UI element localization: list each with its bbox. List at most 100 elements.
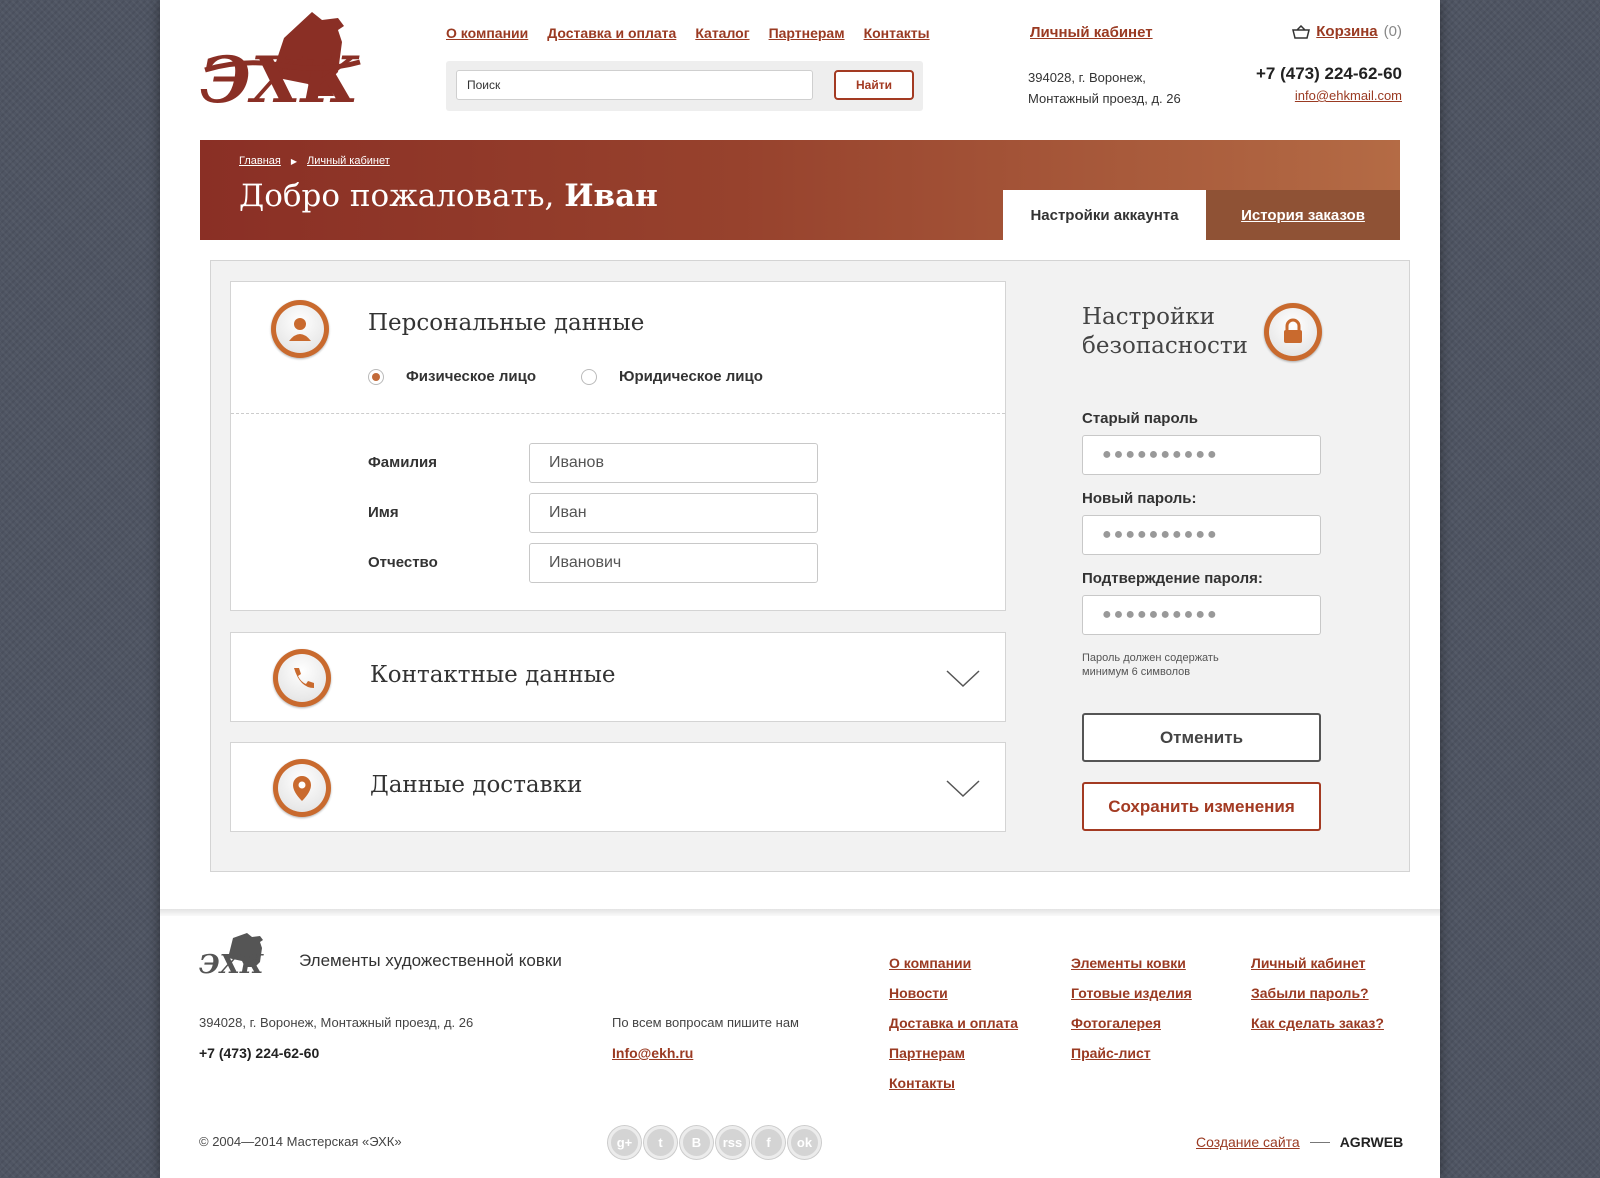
- new-password-field[interactable]: ●●●●●●●●●●: [1082, 515, 1321, 555]
- hint-line: Пароль должен содержать: [1082, 652, 1219, 664]
- footer-link[interactable]: Фотогалерея: [1071, 1015, 1192, 1032]
- site-maker: Создание сайта AGRWEB: [1196, 1134, 1403, 1150]
- copyright: © 2004—2014 Мастерская «ЭХК»: [199, 1134, 402, 1149]
- footer-logo[interactable]: ЭХК: [199, 933, 269, 977]
- lock-icon: [1264, 303, 1322, 361]
- footer-link[interactable]: Прайс-лист: [1071, 1045, 1192, 1062]
- header-phone: +7 (473) 224-62-60: [1255, 64, 1402, 83]
- cancel-button[interactable]: Отменить: [1082, 713, 1321, 762]
- personal-data-title: Персональные данные: [368, 310, 645, 336]
- name-label: Имя: [368, 504, 399, 521]
- crumb-current[interactable]: Личный кабинет: [307, 155, 390, 167]
- footer-address: 394028, г. Воронеж, Монтажный проезд, д.…: [199, 1015, 474, 1030]
- svg-text:ЭХК: ЭХК: [199, 950, 264, 977]
- svg-text:ЭХК: ЭХК: [200, 43, 360, 115]
- footer-link[interactable]: Партнерам: [889, 1045, 1018, 1062]
- footer-question: По всем вопросам пишите нам: [612, 1015, 799, 1030]
- cabinet-link[interactable]: Личный кабинет: [1030, 24, 1153, 41]
- security-title: Настройки безопасности: [1082, 303, 1248, 361]
- maker-link[interactable]: Создание сайта: [1196, 1134, 1300, 1150]
- nav-catalog[interactable]: Каталог: [695, 25, 749, 41]
- person-icon: [271, 300, 329, 358]
- maker-logo[interactable]: AGRWEB: [1340, 1134, 1404, 1150]
- location-pin-icon: [273, 759, 331, 817]
- delivery-title: Данные доставки: [370, 772, 583, 798]
- twitter-icon[interactable]: t: [644, 1126, 677, 1159]
- odnoklassniki-icon[interactable]: ok: [788, 1126, 821, 1159]
- footer-link[interactable]: Контакты: [889, 1075, 1018, 1092]
- patronymic-field[interactable]: [529, 543, 818, 583]
- hint-line: минимум 6 символов: [1082, 666, 1191, 678]
- phone-icon: [273, 649, 331, 707]
- nav-partners[interactable]: Партнерам: [769, 25, 845, 41]
- confirm-password-field[interactable]: ●●●●●●●●●●: [1082, 595, 1321, 635]
- vk-icon[interactable]: B: [680, 1126, 713, 1159]
- tab-account-settings[interactable]: Настройки аккаунта: [1003, 190, 1206, 240]
- cart-link[interactable]: Корзина: [1316, 23, 1377, 40]
- logo[interactable]: ЭХК: [200, 10, 365, 115]
- facebook-icon[interactable]: f: [752, 1126, 785, 1159]
- radio-label: Физическое лицо: [406, 368, 537, 385]
- footer-link[interactable]: Доставка и оплата: [889, 1015, 1018, 1032]
- radio-individual[interactable]: Физическое лицо: [368, 368, 536, 385]
- security-title-line: Настройки: [1082, 304, 1215, 330]
- page: ЭХК О компании Доставка и оплата Каталог…: [160, 0, 1440, 1178]
- footer-link[interactable]: Готовые изделия: [1071, 985, 1192, 1002]
- patronymic-label: Отчество: [368, 554, 438, 571]
- footer-col-1: О компании Новости Доставка и оплата Пар…: [889, 955, 1018, 1092]
- security-title-line: безопасности: [1082, 333, 1248, 359]
- chevron-down-icon[interactable]: [946, 779, 980, 799]
- name-field[interactable]: [529, 493, 818, 533]
- crumb-arrow-icon: ▶: [290, 156, 298, 166]
- nav-delivery[interactable]: Доставка и оплата: [547, 25, 676, 41]
- footer-link[interactable]: Личный кабинет: [1251, 955, 1384, 972]
- divider: [1309, 1141, 1330, 1143]
- welcome-banner: Главная ▶ Личный кабинет Добро пожаловат…: [200, 140, 1400, 240]
- search-box: Найти: [446, 61, 923, 111]
- header-email[interactable]: info@ehkmail.com: [1210, 88, 1402, 103]
- breadcrumb: Главная ▶ Личный кабинет: [239, 155, 390, 167]
- header-address: 394028, г. Воронеж, Монтажный проезд, д.…: [1028, 67, 1181, 109]
- contacts-title: Контактные данные: [370, 662, 616, 688]
- old-password-label: Старый пароль: [1082, 410, 1198, 427]
- footer-phone: +7 (473) 224-62-60: [199, 1045, 320, 1061]
- confirm-password-label: Подтверждение пароля:: [1082, 570, 1263, 587]
- new-password-label: Новый пароль:: [1082, 490, 1197, 507]
- old-password-field[interactable]: ●●●●●●●●●●: [1082, 435, 1321, 475]
- password-hint: Пароль должен содержать минимум 6 символ…: [1082, 651, 1282, 679]
- footer-link[interactable]: Забыли пароль?: [1251, 985, 1384, 1002]
- chevron-down-icon[interactable]: [946, 669, 980, 689]
- address-line: 394028, г. Воронеж,: [1028, 70, 1146, 85]
- surname-label: Фамилия: [368, 454, 437, 471]
- rss-icon[interactable]: rss: [716, 1126, 749, 1159]
- nav-about[interactable]: О компании: [446, 25, 528, 41]
- save-button[interactable]: Сохранить изменения: [1082, 782, 1321, 831]
- social-links: g+ t B rss f ok: [608, 1126, 821, 1159]
- footer-link[interactable]: Элементы ковки: [1071, 955, 1192, 972]
- search-button[interactable]: Найти: [834, 70, 914, 100]
- google-plus-icon[interactable]: g+: [608, 1126, 641, 1159]
- basket-icon: [1292, 24, 1311, 39]
- search-input[interactable]: [456, 70, 813, 100]
- crumb-home[interactable]: Главная: [239, 155, 281, 167]
- surname-field[interactable]: [529, 443, 818, 483]
- settings-panel: Персональные данные Физическое лицо Юрид…: [210, 260, 1410, 872]
- tab-order-history[interactable]: История заказов: [1206, 190, 1400, 240]
- cart[interactable]: Корзина (0): [1282, 23, 1402, 40]
- footer-link[interactable]: Как сделать заказ?: [1251, 1015, 1384, 1032]
- radio-unchecked[interactable]: [581, 368, 597, 385]
- address-line: Монтажный проезд, д. 26: [1028, 91, 1181, 106]
- footer-email[interactable]: Info@ekh.ru: [612, 1045, 693, 1061]
- footer-col-2: Элементы ковки Готовые изделия Фотогалер…: [1071, 955, 1192, 1062]
- welcome-text: Добро пожаловать,: [239, 178, 565, 214]
- nav-contacts[interactable]: Контакты: [864, 25, 930, 41]
- contacts-card[interactable]: Контактные данные: [230, 632, 1006, 722]
- cart-count: (0): [1383, 23, 1402, 40]
- footer-link[interactable]: Новости: [889, 985, 1018, 1002]
- footer-link[interactable]: О компании: [889, 955, 1018, 972]
- delivery-card[interactable]: Данные доставки: [230, 742, 1006, 832]
- personal-data-card: Персональные данные Физическое лицо Юрид…: [230, 281, 1006, 611]
- radio-legal[interactable]: Юридическое лицо: [581, 368, 763, 385]
- top-nav: О компании Доставка и оплата Каталог Пар…: [446, 25, 949, 41]
- radio-checked[interactable]: [368, 368, 384, 385]
